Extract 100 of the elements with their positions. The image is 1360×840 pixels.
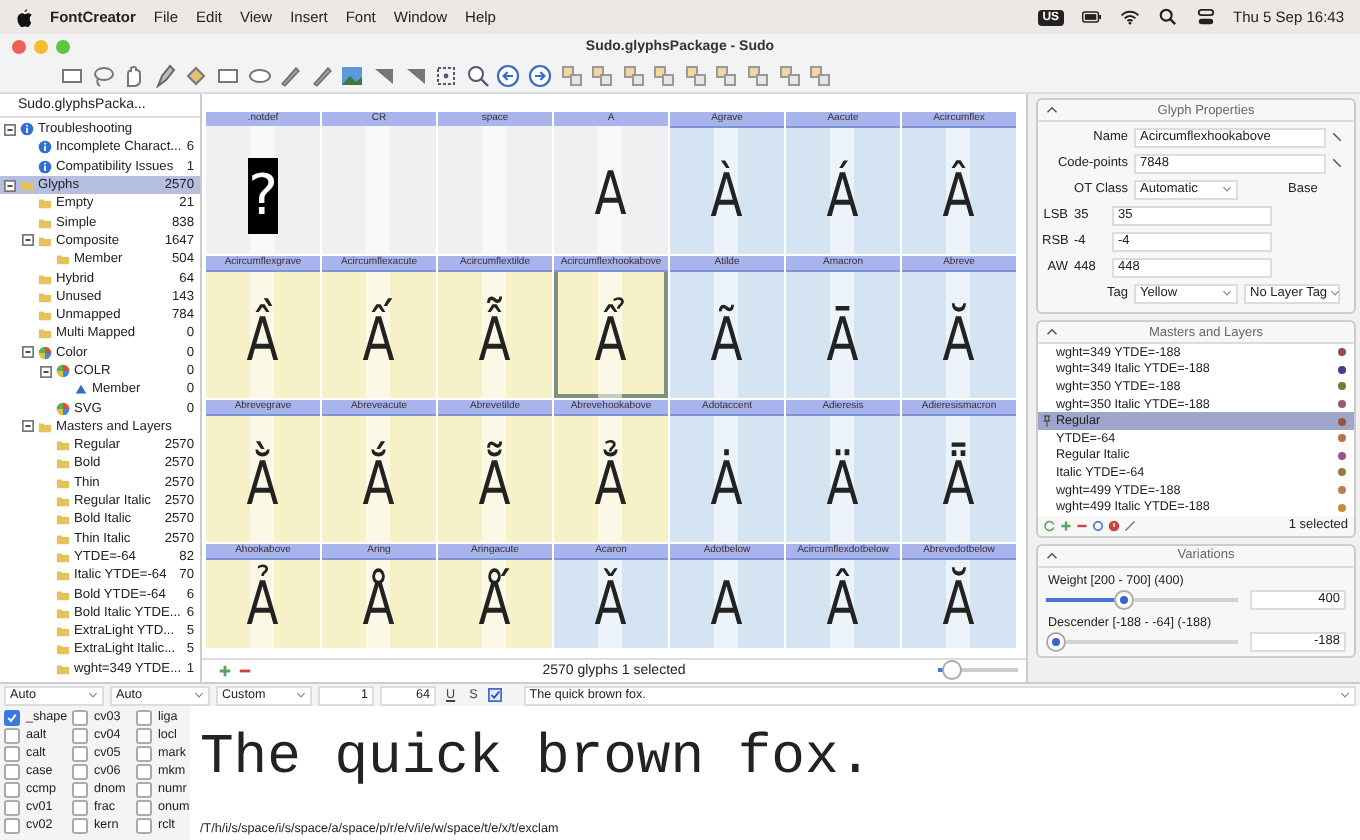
ellipse-icon[interactable] [247, 64, 272, 88]
component-icon[interactable] [683, 64, 708, 88]
checkbox[interactable] [4, 727, 20, 743]
rectangle-icon[interactable] [215, 64, 240, 88]
glyph-preview: Ầ [247, 303, 279, 379]
chevron-icon[interactable] [1046, 106, 1058, 114]
component-icon[interactable] [590, 64, 615, 88]
warning-icon[interactable] [1108, 519, 1120, 532]
collapse-icon[interactable] [22, 420, 34, 433]
back-icon[interactable] [496, 64, 521, 88]
glyph-preview: Å [363, 568, 395, 644]
add-icon[interactable] [218, 664, 232, 678]
checkbox[interactable] [136, 745, 152, 761]
color-wheel-icon [56, 401, 70, 416]
hand-icon[interactable] [122, 64, 147, 88]
glyph-preview: Ǎ [595, 568, 627, 644]
remove-icon[interactable] [238, 664, 252, 678]
checkbox[interactable] [72, 727, 88, 743]
component-icon[interactable] [621, 64, 646, 88]
collapse-icon[interactable] [40, 365, 52, 377]
collapse-icon[interactable] [22, 234, 34, 247]
component-icon[interactable] [746, 64, 771, 88]
apple-logo-icon[interactable] [16, 7, 32, 27]
component-icon[interactable] [777, 64, 802, 88]
fit-icon[interactable] [434, 64, 459, 88]
pencil-icon[interactable] [1124, 519, 1136, 532]
triangle-icon [74, 382, 88, 397]
checkbox[interactable] [136, 799, 152, 815]
checkbox[interactable] [136, 817, 152, 833]
checkbox[interactable] [136, 781, 152, 797]
image-icon[interactable] [340, 64, 365, 88]
checkbox[interactable] [72, 709, 88, 725]
component-icon[interactable] [808, 64, 833, 88]
control-center-icon[interactable] [1195, 8, 1216, 26]
glyph-preview: Â [943, 159, 975, 235]
glyph-preview: A [595, 158, 627, 234]
glyph-preview: A [711, 568, 743, 644]
checkbox[interactable] [4, 799, 20, 815]
rectangle-icon[interactable] [60, 64, 84, 88]
checkbox[interactable] [136, 709, 152, 725]
sync-icon[interactable] [1092, 519, 1104, 532]
color-wheel-icon [56, 364, 70, 378]
checkbox[interactable] [72, 763, 88, 779]
preview-text: The quick brown fox. [200, 726, 875, 794]
refresh-icon[interactable] [1044, 519, 1056, 532]
triangle-icon[interactable] [371, 64, 396, 88]
pin-icon [1042, 414, 1052, 429]
info-icon [38, 159, 52, 174]
checkbox[interactable] [4, 709, 20, 725]
glyph-preview: Ả [247, 568, 279, 644]
chevron-down-icon [194, 692, 204, 698]
collapse-icon[interactable] [4, 123, 16, 136]
glyph-preview: À [711, 159, 743, 235]
collapse-icon[interactable] [22, 346, 34, 359]
forward-icon[interactable] [527, 64, 552, 88]
remove-icon[interactable] [1076, 519, 1088, 532]
pencil-icon[interactable] [1332, 158, 1342, 168]
checkbox[interactable] [4, 745, 20, 761]
chevron-down-icon [88, 692, 98, 698]
chevron-down-icon [1329, 290, 1340, 296]
checkbox[interactable] [72, 781, 88, 797]
pencil-icon[interactable] [309, 64, 334, 88]
pencil-icon[interactable] [1332, 132, 1342, 142]
notdef-glyph: ? [248, 158, 278, 234]
component-icon[interactable] [559, 64, 583, 88]
triangle-icon[interactable] [403, 64, 428, 88]
glyph-preview: Ấ [363, 303, 395, 379]
component-icon[interactable] [714, 64, 739, 88]
search-icon[interactable] [1157, 8, 1178, 26]
pen-icon[interactable] [153, 64, 178, 88]
checkbox[interactable] [4, 763, 20, 779]
chevron-down-icon [1222, 186, 1232, 192]
chevron-down-icon [1222, 290, 1232, 296]
checkbox-icon[interactable] [487, 688, 502, 702]
add-icon[interactable] [1060, 519, 1072, 532]
zoom-icon[interactable] [465, 64, 490, 88]
wifi-icon[interactable] [1119, 8, 1140, 26]
glyph-preview: Ā [827, 303, 859, 379]
bucket-icon[interactable] [184, 64, 209, 88]
lasso-icon[interactable] [91, 64, 116, 88]
checkbox[interactable] [72, 745, 88, 761]
checkbox[interactable] [4, 781, 20, 797]
close-button[interactable] [12, 40, 26, 54]
battery-icon[interactable] [1081, 8, 1102, 26]
checkbox[interactable] [136, 727, 152, 743]
checkbox[interactable] [4, 817, 20, 833]
pencil-icon[interactable] [278, 64, 303, 88]
checkbox[interactable] [72, 799, 88, 815]
collapse-icon[interactable] [4, 179, 16, 192]
chevron-icon[interactable] [1046, 551, 1058, 560]
info-icon [20, 122, 34, 137]
component-icon[interactable] [652, 64, 677, 88]
checkbox[interactable] [72, 817, 88, 833]
chevron-icon[interactable] [1046, 328, 1058, 336]
glyph-preview: Ȧ [711, 447, 743, 523]
glyph-preview: Ã [711, 303, 743, 379]
chevron-down-icon [296, 692, 306, 698]
zoom-slider[interactable] [938, 662, 1018, 678]
checkbox[interactable] [136, 763, 152, 779]
info-icon [38, 140, 52, 155]
